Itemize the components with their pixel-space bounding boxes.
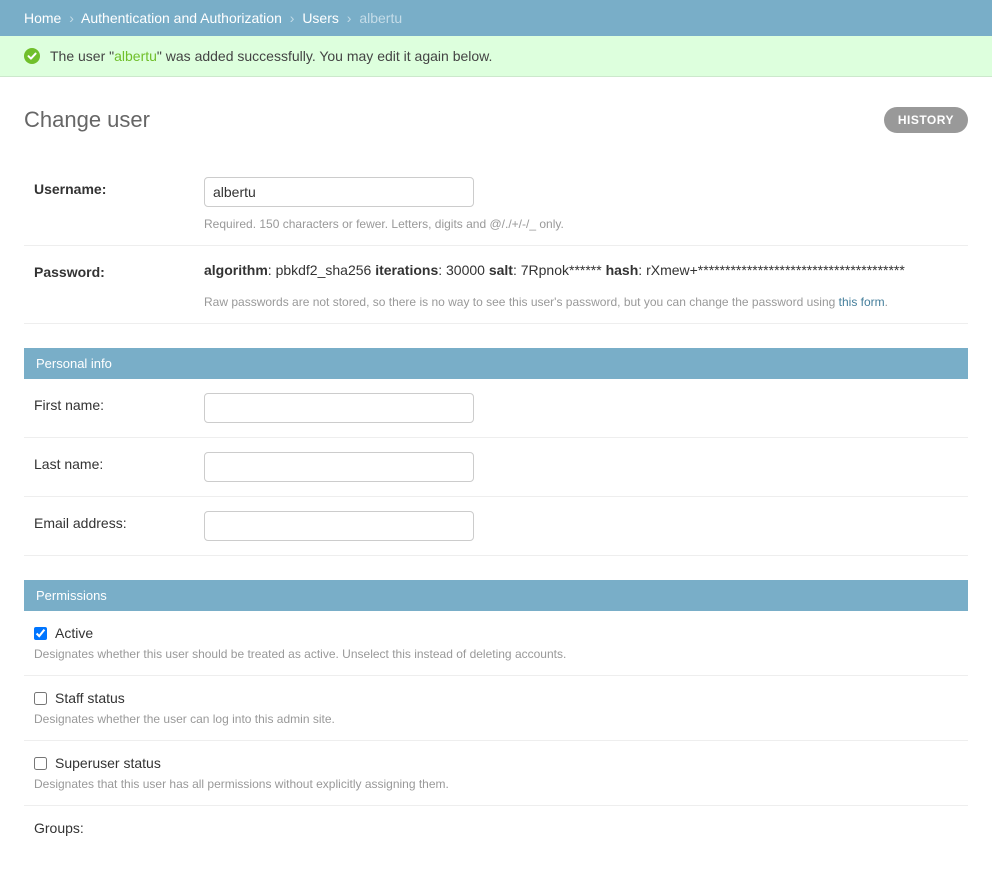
username-input[interactable] — [204, 177, 474, 207]
breadcrumbs: Home › Authentication and Authorization … — [0, 0, 992, 36]
staff-help: Designates whether the user can log into… — [34, 712, 958, 726]
username-help: Required. 150 characters or fewer. Lette… — [204, 217, 958, 231]
groups-label: Groups: — [34, 820, 84, 836]
password-help: Raw passwords are not stored, so there i… — [204, 295, 958, 309]
row-last-name: Last name: — [24, 438, 968, 497]
message-user-link[interactable]: albertu — [114, 48, 157, 64]
breadcrumb-sep: › — [290, 10, 295, 26]
success-message-text: The user "albertu" was added successfull… — [50, 48, 492, 64]
password-body: algorithm: pbkdf2_sha256 iterations: 300… — [204, 260, 958, 309]
success-check-icon — [24, 48, 40, 64]
row-groups: Groups: — [24, 806, 968, 850]
first-name-label: First name: — [34, 393, 204, 413]
row-username: Username: Required. 150 characters or fe… — [24, 163, 968, 246]
active-help: Designates whether this user should be t… — [34, 647, 958, 661]
row-password: Password: algorithm: pbkdf2_sha256 itera… — [24, 246, 968, 324]
content: Change user HISTORY Username: Required. … — [0, 77, 992, 894]
personal-info-heading: Personal info — [24, 348, 968, 379]
change-password-link[interactable]: this form — [839, 295, 885, 309]
staff-label[interactable]: Staff status — [55, 690, 125, 706]
breadcrumb-home[interactable]: Home — [24, 10, 61, 26]
active-checkbox[interactable] — [34, 627, 47, 640]
superuser-label[interactable]: Superuser status — [55, 755, 161, 771]
row-email: Email address: — [24, 497, 968, 556]
active-label[interactable]: Active — [55, 625, 93, 641]
breadcrumb-users[interactable]: Users — [302, 10, 339, 26]
breadcrumb-auth[interactable]: Authentication and Authorization — [81, 10, 282, 26]
superuser-checkbox[interactable] — [34, 757, 47, 770]
permissions-heading: Permissions — [24, 580, 968, 611]
breadcrumb-current: albertu — [359, 10, 402, 26]
email-label: Email address: — [34, 511, 204, 531]
module-basic: Username: Required. 150 characters or fe… — [24, 163, 968, 324]
last-name-input[interactable] — [204, 452, 474, 482]
username-body: Required. 150 characters or fewer. Lette… — [204, 177, 958, 231]
row-first-name: First name: — [24, 379, 968, 438]
success-message: The user "albertu" was added successfull… — [0, 36, 992, 77]
module-personal-info: Personal info First name: Last name: Ema… — [24, 348, 968, 556]
breadcrumb-sep: › — [347, 10, 352, 26]
last-name-label: Last name: — [34, 452, 204, 472]
row-superuser: Superuser status Designates that this us… — [24, 741, 968, 806]
history-button[interactable]: HISTORY — [884, 107, 968, 133]
username-label: Username: — [34, 177, 204, 197]
row-active: Active Designates whether this user shou… — [24, 611, 968, 676]
password-label: Password: — [34, 260, 204, 280]
breadcrumb-sep: › — [69, 10, 74, 26]
first-name-input[interactable] — [204, 393, 474, 423]
page-title: Change user — [24, 107, 150, 133]
module-permissions: Permissions Active Designates whether th… — [24, 580, 968, 850]
password-info: algorithm: pbkdf2_sha256 iterations: 300… — [204, 260, 958, 281]
title-bar: Change user HISTORY — [24, 107, 968, 133]
row-staff: Staff status Designates whether the user… — [24, 676, 968, 741]
staff-checkbox[interactable] — [34, 692, 47, 705]
superuser-help: Designates that this user has all permis… — [34, 777, 958, 791]
email-input[interactable] — [204, 511, 474, 541]
